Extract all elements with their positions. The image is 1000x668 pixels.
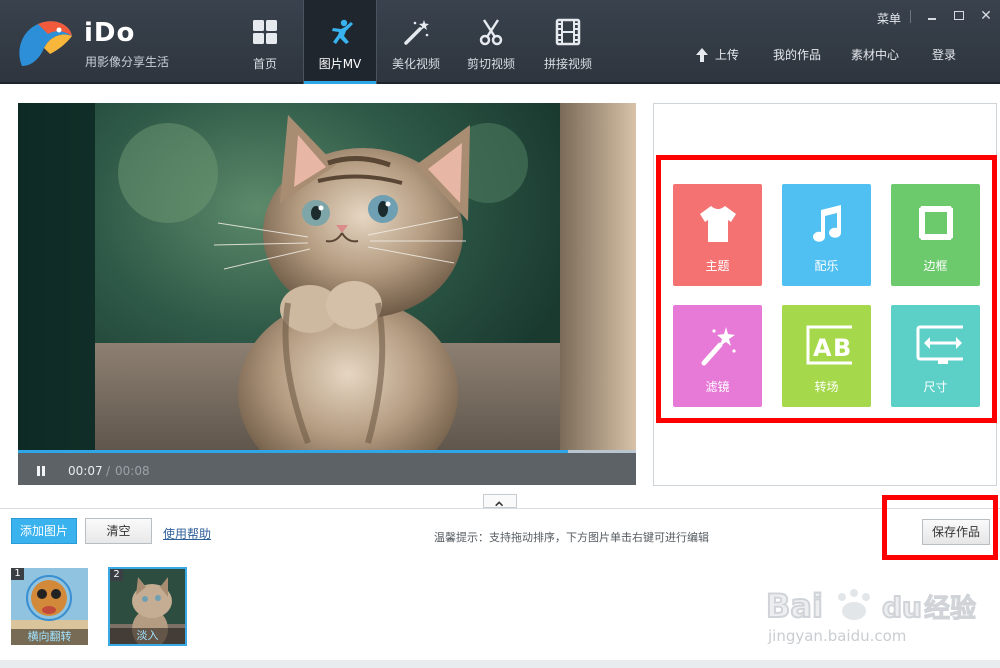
app-slogan: 用影像分享生活 — [85, 55, 170, 69]
total-time: 00:08 — [115, 464, 150, 478]
status-strip — [0, 660, 1000, 668]
photo-thumbnail-selected[interactable]: 2 淡入 — [108, 567, 187, 646]
collapse-toggle[interactable] — [483, 494, 517, 508]
svg-text:du: du — [882, 591, 922, 624]
login-link[interactable]: 登录 — [932, 46, 956, 63]
materials-center-link[interactable]: 素材中心 — [851, 46, 899, 63]
app-name: iDo — [84, 18, 136, 48]
pause-icon — [37, 466, 45, 476]
maximize-icon[interactable] — [951, 8, 967, 24]
clear-button[interactable]: 清空 — [85, 518, 152, 544]
tab-label: 剪切视频 — [466, 57, 515, 71]
tab-label: 图片MV — [318, 57, 362, 71]
highlight-box-save — [882, 495, 998, 560]
active-tab-indicator — [304, 81, 376, 84]
add-photo-button[interactable]: 添加图片 — [11, 518, 77, 544]
divider — [0, 508, 1000, 509]
dancer-icon — [332, 19, 353, 44]
kitten-photo — [18, 103, 636, 453]
time-separator: / — [106, 464, 111, 478]
scissors-icon — [479, 19, 503, 46]
tab-home[interactable]: 首页 — [229, 0, 301, 84]
tab-label: 拼接视频 — [543, 57, 592, 71]
tip-text: 温馨提示：支持拖动排序，下方图片单击右键可进行编辑 — [434, 531, 709, 544]
highlight-box-tools — [656, 155, 997, 423]
tab-label: 首页 — [252, 57, 277, 71]
tab-join-video[interactable]: 拼接视频 — [532, 0, 604, 84]
svg-text:经验: 经验 — [924, 593, 976, 624]
thumbnail-caption: 淡入 — [110, 628, 185, 644]
grid-icon — [253, 20, 277, 44]
thumbnail-caption: 横向翻转 — [11, 629, 88, 645]
magic-wand-icon — [404, 20, 429, 45]
current-time: 00:07 — [68, 464, 103, 478]
minimize-icon[interactable] — [924, 8, 940, 24]
thumbnail-index: 2 — [110, 569, 123, 581]
tab-label: 美化视频 — [391, 57, 440, 71]
menu-link[interactable]: 菜单 — [877, 10, 901, 27]
help-link[interactable]: 使用帮助 — [163, 525, 211, 542]
watermark-url: jingyan.baidu.com — [768, 627, 907, 645]
tab-beautify-video[interactable]: 美化视频 — [380, 0, 452, 84]
close-icon[interactable]: ✕ — [978, 8, 994, 24]
upload-icon — [696, 47, 708, 62]
ido-logo-icon — [19, 21, 72, 66]
divider — [910, 10, 911, 23]
svg-text:Bai: Bai — [766, 587, 823, 625]
player-controls — [18, 453, 636, 485]
pause-button[interactable] — [34, 463, 48, 477]
upload-link[interactable]: 上传 — [715, 46, 739, 63]
thumbnail-index: 1 — [11, 568, 24, 580]
video-preview[interactable] — [18, 103, 636, 453]
film-strip-icon — [555, 18, 581, 46]
baidu-jingyan-watermark: Bai du 经验 jingyan.baidu.com — [762, 583, 982, 653]
photo-thumbnail[interactable]: 1 横向翻转 — [11, 568, 88, 645]
my-works-link[interactable]: 我的作品 — [773, 46, 821, 63]
tab-cut-video[interactable]: 剪切视频 — [455, 0, 527, 84]
tab-photo-mv[interactable]: 图片MV — [303, 0, 377, 84]
